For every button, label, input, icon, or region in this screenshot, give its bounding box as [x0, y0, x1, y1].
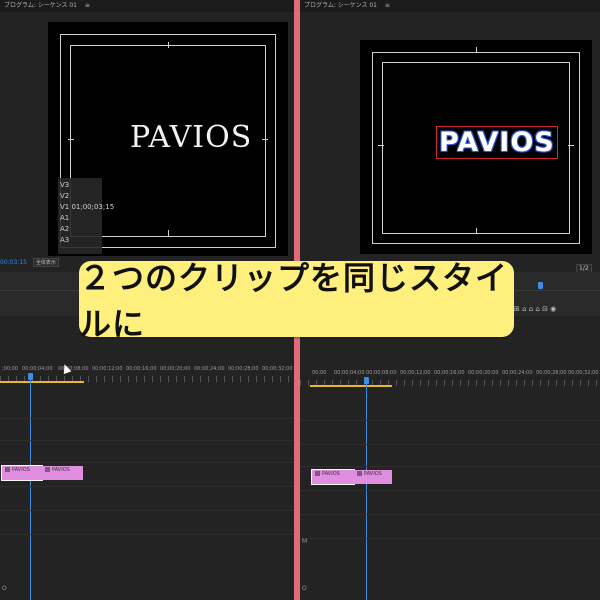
- track-divider: [0, 510, 294, 511]
- monitor-title-text-left: PAVIOS: [130, 120, 253, 155]
- panel-menu-icon[interactable]: ≡: [85, 2, 90, 9]
- timeline-clip[interactable]: PAVIOS: [354, 470, 392, 484]
- fx-badge-icon: [5, 467, 10, 472]
- ruler-label: 00;00;16;00: [434, 370, 465, 376]
- playhead-line: [366, 384, 367, 600]
- fx-badge-icon: [357, 471, 362, 476]
- track-divider: [300, 538, 600, 539]
- ruler-label: 00;00;28;00: [228, 366, 259, 372]
- safe-tick-top: [168, 42, 169, 48]
- panel-menu-icon[interactable]: ≡: [385, 2, 390, 9]
- timeline-clip[interactable]: PAVIOS: [42, 466, 83, 480]
- playhead-marker[interactable]: [28, 373, 33, 380]
- monitor-title-text-right: PAVIOS: [436, 126, 558, 159]
- overlay-row: A2: [60, 225, 70, 233]
- track-timecode-overlay: V3 V2 V1 01;00;03;15 A1 A2 A3: [58, 178, 115, 254]
- track-divider: [0, 462, 294, 463]
- program-monitor-title-left: プログラム: シーケンス 01: [4, 2, 77, 9]
- safe-tick-right: [568, 145, 574, 146]
- track-divider: [0, 418, 294, 419]
- timeline-bottom-label: O: [302, 585, 307, 592]
- clip-label: PAVIOS: [364, 471, 382, 477]
- program-monitor-right[interactable]: PAVIOS: [360, 40, 592, 254]
- monitor-controls-left: 00;03;15 全体表示: [0, 258, 59, 272]
- caption-banner: ２つのクリップを同じスタイルに: [79, 259, 514, 343]
- track-divider: [300, 514, 600, 515]
- ruler-label: 00;00;24;00: [194, 366, 225, 372]
- ruler-label: 00;00;08;00: [366, 370, 397, 376]
- safe-tick-top: [476, 47, 477, 53]
- ruler-label: 00;00;24;00: [502, 370, 533, 376]
- fx-badge-icon: [45, 467, 50, 472]
- ruler-label: 00;00;32;00: [262, 366, 293, 372]
- track-divider: [300, 420, 600, 421]
- clip-label: PAVIOS: [12, 467, 30, 473]
- work-area-bar[interactable]: [310, 385, 392, 387]
- ruler-label: 00;00;12;00: [92, 366, 123, 372]
- ruler-label: 00;00;20;00: [160, 366, 191, 372]
- ruler-label: 00;00;12;00: [400, 370, 431, 376]
- timeline-clip[interactable]: PAVIOS: [311, 469, 355, 485]
- fx-badge-icon: [315, 471, 320, 476]
- overlay-row: V3: [60, 181, 70, 189]
- timeline-bottom-label: O: [2, 585, 7, 592]
- ruler-label: 00;00: [312, 370, 327, 376]
- ruler-label: 00;00;04;00: [22, 366, 53, 372]
- safe-tick-left: [378, 145, 384, 146]
- program-monitor-title-right: プログラム: シーケンス 01: [304, 2, 377, 9]
- ruler-label: 00;00;20;00: [468, 370, 499, 376]
- overlay-row: A1: [60, 214, 70, 222]
- timeline-clip[interactable]: PAVIOS: [1, 465, 43, 481]
- clip-label: PAVIOS: [322, 471, 340, 477]
- program-monitor-tab-right[interactable]: プログラム: シーケンス 01 ≡: [300, 0, 600, 12]
- work-area-bar[interactable]: [0, 381, 84, 383]
- overlay-row: V1 01;00;03;15: [60, 203, 115, 211]
- ruler-label: 00;00;04;00: [334, 370, 365, 376]
- ruler-label: 00;00;32;00: [568, 370, 599, 376]
- clip-label: PAVIOS: [52, 467, 70, 473]
- track-divider: [0, 486, 294, 487]
- safe-tick-bottom: [168, 230, 169, 236]
- monitor-playhead-marker[interactable]: [538, 282, 543, 289]
- ruler-label: 00;00;28;00: [536, 370, 567, 376]
- track-divider: [300, 490, 600, 491]
- safe-tick-bottom: [476, 228, 477, 234]
- monitor-toolbar-icons[interactable]: ⊞ ⌂ ⌂ ⌂ ⊟ ◉: [514, 305, 556, 313]
- overlay-row: A3: [60, 236, 70, 244]
- track-divider: [0, 440, 294, 441]
- ruler-label: ;00;00: [2, 366, 19, 372]
- track-divider: [0, 534, 294, 535]
- ruler-label: 00;00;16;00: [126, 366, 157, 372]
- zoom-level-select[interactable]: 全体表示: [32, 258, 59, 267]
- playhead-line: [30, 380, 31, 600]
- track-divider: [300, 466, 600, 467]
- playhead-timecode[interactable]: 00;03;15: [0, 259, 27, 266]
- timeline-side-label: M: [302, 538, 308, 545]
- program-monitor-tab-left[interactable]: プログラム: シーケンス 01 ≡: [0, 0, 294, 12]
- overlay-row: V2: [60, 192, 70, 200]
- playhead-marker[interactable]: [364, 377, 369, 384]
- safe-tick-right: [262, 139, 268, 140]
- track-divider: [300, 444, 600, 445]
- safe-tick-left: [68, 139, 74, 140]
- caption-text: ２つのクリップを同じスタイルに: [79, 259, 509, 343]
